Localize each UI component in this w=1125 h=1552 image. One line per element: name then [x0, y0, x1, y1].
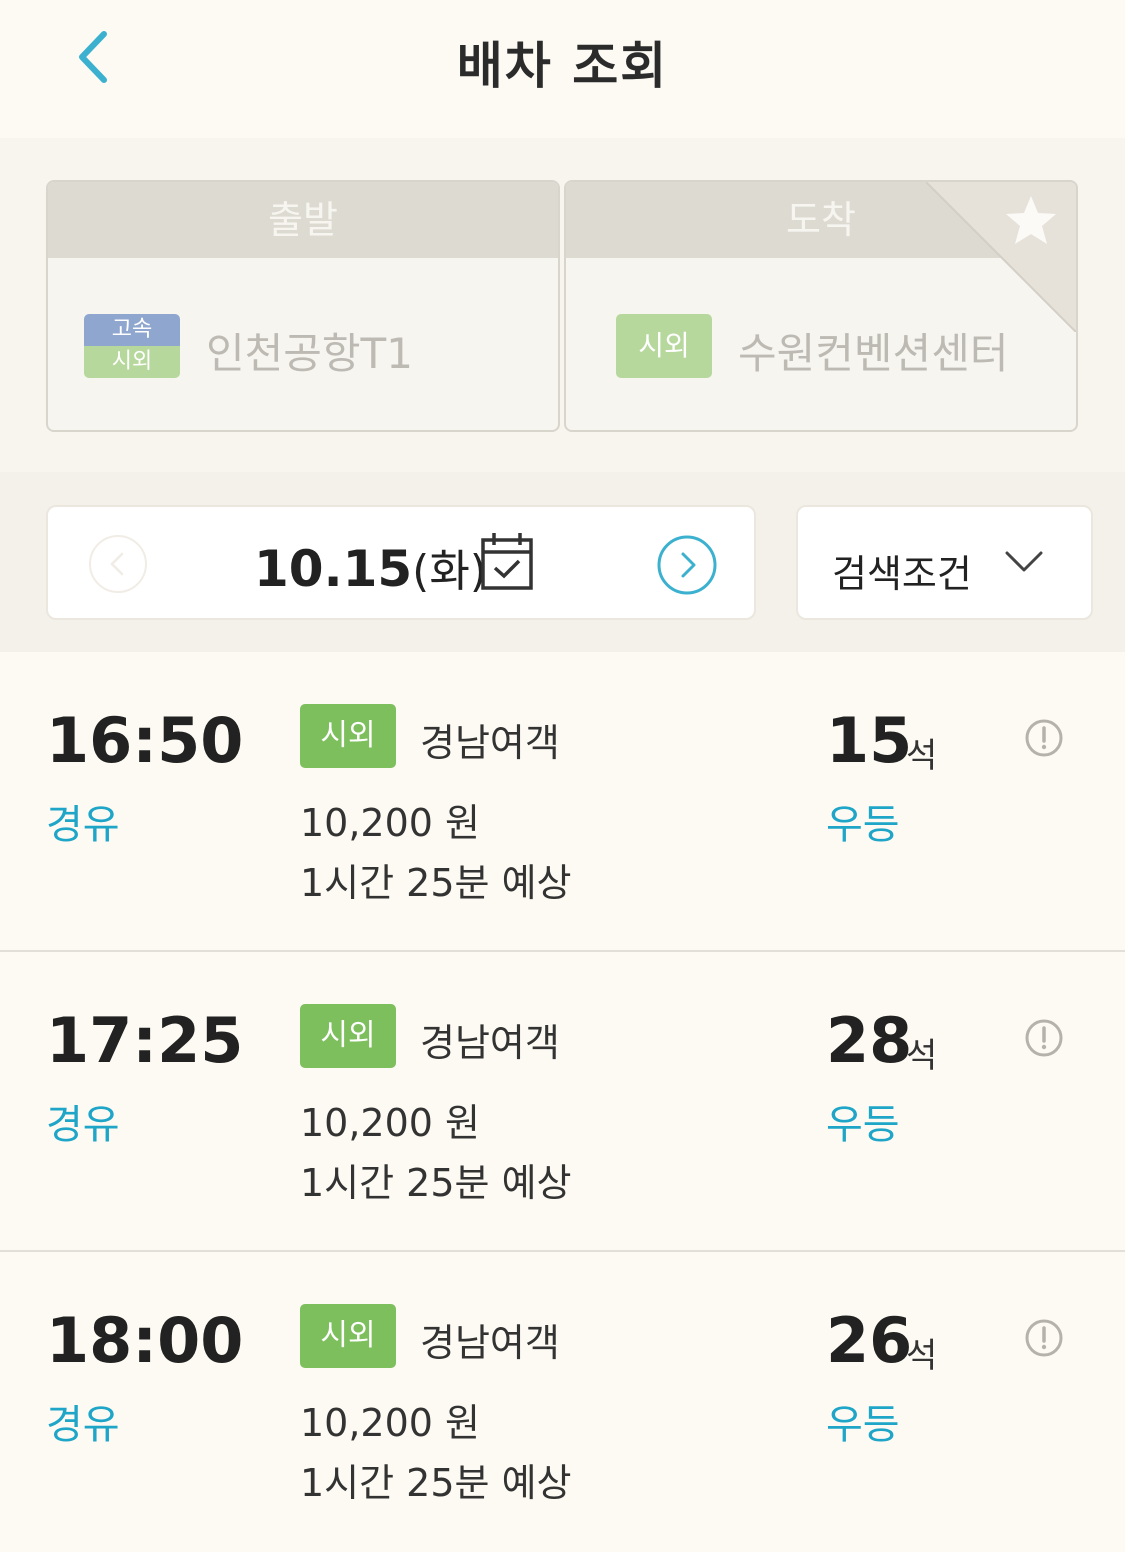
- chevron-left-circle-icon: [89, 535, 147, 593]
- bus-grade: 우등: [826, 1402, 900, 1448]
- exclamation-circle-icon: [1025, 1319, 1063, 1357]
- departure-time: 17:25: [46, 1004, 244, 1077]
- remaining-seats: 15: [826, 704, 913, 777]
- date-value: 10.15: [254, 540, 413, 598]
- favorite-button[interactable]: [926, 182, 1076, 332]
- weekday: (화): [412, 546, 487, 597]
- route-type: 경유: [46, 1402, 120, 1448]
- remaining-seats: 26: [826, 1304, 913, 1377]
- departure-label: 출발: [48, 182, 558, 258]
- seat-unit: 석: [906, 736, 938, 776]
- next-date-button[interactable]: [656, 534, 718, 596]
- seat-unit: 석: [906, 1036, 938, 1076]
- arrival-bus-type-badge: 시외: [616, 314, 712, 378]
- app-header: 배차 조회: [0, 0, 1125, 138]
- departure-station: 인천공항T1: [206, 329, 413, 378]
- departure-time: 16:50: [46, 704, 244, 777]
- route-type: 경유: [46, 1102, 120, 1148]
- duration: 1시간 25분 예상: [300, 1161, 572, 1205]
- route-type: 경유: [46, 802, 120, 848]
- fare: 10,200 원: [300, 1101, 481, 1145]
- chevron-right-circle-icon: [657, 535, 717, 595]
- departure-bus-type-badge: 고속 시외: [84, 314, 180, 378]
- schedule-row[interactable]: 17:25 경유 시외 경남여객 10,200 원 1시간 25분 예상 28 …: [0, 952, 1125, 1252]
- prev-date-button[interactable]: [88, 534, 148, 594]
- bus-type-badge: 시외: [300, 1304, 396, 1368]
- fare: 10,200 원: [300, 1401, 481, 1445]
- duration: 1시간 25분 예상: [300, 1461, 572, 1505]
- duration: 1시간 25분 예상: [300, 861, 572, 905]
- info-button[interactable]: [1024, 1318, 1064, 1358]
- bus-type-badge: 시외: [300, 1004, 396, 1068]
- exclamation-circle-icon: [1025, 1019, 1063, 1057]
- selected-date[interactable]: 10.15(화): [254, 535, 487, 599]
- schedule-row[interactable]: 16:50 경유 시외 경남여객 10,200 원 1시간 25분 예상 15 …: [0, 652, 1125, 952]
- search-condition-label: 검색조건: [832, 552, 972, 596]
- info-button[interactable]: [1024, 718, 1064, 758]
- remaining-seats: 28: [826, 1004, 913, 1077]
- bus-type-badge: 시외: [300, 704, 396, 768]
- departure-time: 18:00: [46, 1304, 244, 1377]
- intercity-badge: 시외: [84, 346, 180, 378]
- calendar-check-icon[interactable]: [480, 531, 534, 591]
- date-selector: 10.15(화): [46, 505, 756, 620]
- info-button[interactable]: [1024, 1018, 1064, 1058]
- bus-grade: 우등: [826, 1102, 900, 1148]
- chevron-down-icon: [1005, 551, 1043, 572]
- departure-card[interactable]: 출발 고속 시외 인천공항T1: [46, 180, 560, 432]
- arrival-card[interactable]: 도착 시외 수원컨벤션센터: [564, 180, 1078, 432]
- fare: 10,200 원: [300, 801, 481, 845]
- schedule-row[interactable]: 18:00 경유 시외 경남여객 10,200 원 1시간 25분 예상 26 …: [0, 1252, 1125, 1552]
- exclamation-circle-icon: [1025, 719, 1063, 757]
- bus-grade: 우등: [826, 802, 900, 848]
- bus-company: 경남여객: [420, 721, 560, 765]
- search-condition-dropdown[interactable]: 검색조건: [796, 505, 1093, 620]
- bus-company: 경남여객: [420, 1321, 560, 1365]
- bus-company: 경남여객: [420, 1021, 560, 1065]
- page-title: 배차 조회: [456, 37, 669, 95]
- express-badge: 고속: [84, 314, 180, 346]
- seat-unit: 석: [906, 1336, 938, 1376]
